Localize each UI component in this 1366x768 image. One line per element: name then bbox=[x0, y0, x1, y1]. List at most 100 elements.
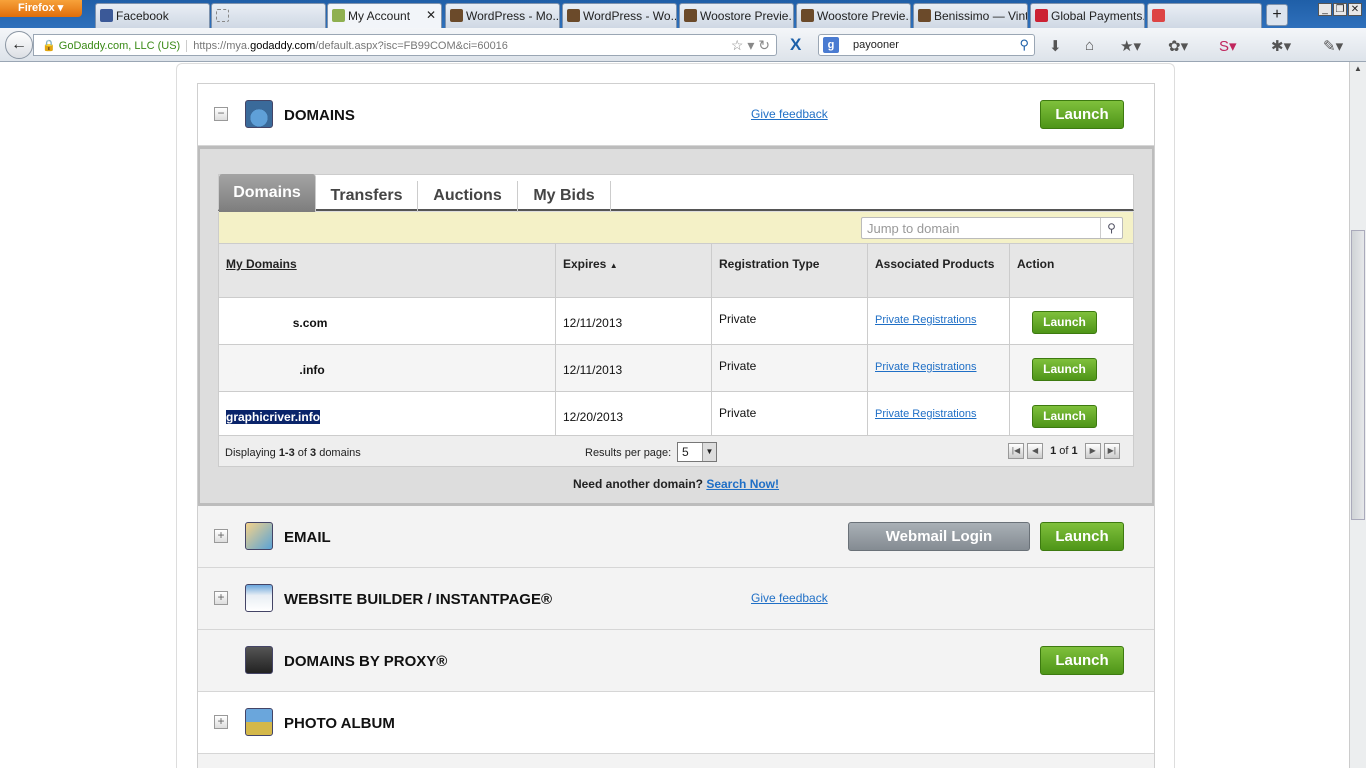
bookmark-star-icon[interactable]: ☆ ▾ ↻ bbox=[731, 37, 770, 54]
restore-icon[interactable]: ❐ bbox=[1333, 3, 1347, 16]
site-icon bbox=[567, 9, 580, 22]
search-icon[interactable]: ⚲ bbox=[1100, 218, 1122, 238]
product-row-domains-by-proxy: DOMAINS BY PROXY® Launch bbox=[198, 630, 1154, 692]
stumble-icon[interactable]: S▾ bbox=[1219, 37, 1237, 55]
tab-redacted[interactable] bbox=[211, 3, 326, 28]
give-feedback-link[interactable]: Give feedback bbox=[751, 591, 828, 605]
tools-icon[interactable]: ✎▾ bbox=[1323, 37, 1343, 55]
proxy-launch-button[interactable]: Launch bbox=[1040, 646, 1124, 675]
new-tab-button[interactable]: + bbox=[1266, 4, 1288, 26]
results-per-page-select[interactable]: 5 ▼ bbox=[677, 442, 717, 462]
associated-products: Private Registrations bbox=[867, 344, 1010, 392]
godaddy-icon bbox=[332, 9, 345, 22]
minimize-icon[interactable]: _ bbox=[1318, 3, 1332, 16]
expires-date: 12/11/2013 bbox=[555, 344, 712, 392]
last-page-icon[interactable]: ▶| bbox=[1103, 443, 1120, 459]
expand-icon[interactable]: + bbox=[214, 591, 228, 605]
tab-woostore-1[interactable]: Woostore Previe... bbox=[679, 3, 794, 28]
table-header-row: My Domains Expires ▲ Registration Type A… bbox=[218, 243, 1134, 298]
window-controls: _ ❐ ✕ bbox=[1317, 1, 1362, 16]
search-now-link[interactable]: Search Now! bbox=[706, 477, 779, 491]
tab-bar: Firefox ▾ Facebook My Account ✕ WordPress… bbox=[0, 0, 1366, 29]
product-name: PHOTO ALBUM bbox=[284, 715, 395, 732]
webmail-login-button[interactable]: Webmail Login bbox=[848, 522, 1030, 551]
launch-button[interactable]: Launch bbox=[1032, 358, 1097, 381]
extension-icon[interactable]: ✱▾ bbox=[1271, 37, 1291, 55]
domain-name[interactable]: xxxxxxxxxxx.info bbox=[218, 344, 556, 392]
close-tab-icon[interactable]: ✕ bbox=[426, 8, 436, 22]
expand-icon[interactable]: + bbox=[214, 529, 228, 543]
tab-benissimo[interactable]: Benissimo — Vint... bbox=[913, 3, 1028, 28]
scrollbar-thumb[interactable] bbox=[1351, 230, 1365, 520]
product-name: EMAIL bbox=[284, 529, 331, 546]
url-bar[interactable]: 🔒 GoDaddy.com, LLC (US) https://mya.godad… bbox=[33, 34, 777, 56]
header-my-domains[interactable]: My Domains bbox=[218, 243, 556, 298]
displaying-count: Displaying 1-3 of 3 domains bbox=[225, 447, 361, 459]
product-row-email: + EMAIL Webmail Login Launch bbox=[198, 506, 1154, 568]
page-scrollbar[interactable]: ▲ bbox=[1349, 62, 1366, 768]
chevron-down-icon[interactable]: ▼ bbox=[702, 443, 716, 461]
email-icon bbox=[245, 522, 273, 550]
tab-facebook[interactable]: Facebook bbox=[95, 3, 210, 28]
tab-domains[interactable]: Domains bbox=[219, 174, 316, 212]
site-icon bbox=[801, 9, 814, 22]
bookmarks-icon[interactable]: ★▾ bbox=[1120, 37, 1141, 55]
google-icon[interactable]: g bbox=[823, 37, 839, 53]
tab-my-bids[interactable]: My Bids bbox=[518, 181, 611, 212]
private-registrations-link[interactable]: Private Registrations bbox=[875, 361, 977, 373]
tab-my-account[interactable]: My Account ✕ bbox=[327, 3, 442, 29]
give-feedback-link[interactable]: Give feedback bbox=[751, 107, 828, 121]
close-window-icon[interactable]: ✕ bbox=[1348, 3, 1362, 16]
domains-globe-icon bbox=[245, 100, 273, 128]
redacted-text: xxxxxxxxxxx bbox=[226, 363, 300, 377]
domain-tabs: Domains Transfers Auctions My Bids bbox=[218, 174, 1134, 212]
table-row: graphicriver.info 12/20/2013 Private Pri… bbox=[218, 391, 1134, 439]
first-page-icon[interactable]: |◀ bbox=[1008, 443, 1024, 459]
tab-gmail[interactable] bbox=[1147, 3, 1262, 28]
home-icon[interactable]: ⌂ bbox=[1085, 37, 1094, 54]
addon-icon[interactable]: ✿▾ bbox=[1168, 37, 1188, 55]
tab-global-payments[interactable]: Global Payments... bbox=[1030, 3, 1145, 28]
launch-button[interactable]: Launch bbox=[1032, 405, 1097, 428]
search-icon[interactable]: ⚲ bbox=[1019, 37, 1029, 53]
action-cell: Launch bbox=[1009, 297, 1134, 345]
private-registrations-link[interactable]: Private Registrations bbox=[875, 314, 977, 326]
tab-auctions[interactable]: Auctions bbox=[418, 181, 518, 212]
previous-page-icon[interactable]: ◀ bbox=[1027, 443, 1044, 459]
next-page-icon[interactable]: ▶ bbox=[1084, 443, 1101, 459]
domains-launch-button[interactable]: Launch bbox=[1040, 100, 1124, 129]
yahoo-icon bbox=[1035, 9, 1048, 22]
header-expires[interactable]: Expires ▲ bbox=[555, 243, 712, 298]
domains-manager: Domains Transfers Auctions My Bids Jump … bbox=[198, 146, 1154, 506]
tab-wordpress-2[interactable]: WordPress - Wo... bbox=[562, 3, 677, 28]
site-icon bbox=[918, 9, 931, 22]
filter-bar: Jump to domain ⚲ bbox=[218, 212, 1134, 243]
expires-date: 12/20/2013 bbox=[555, 391, 712, 439]
product-name: DOMAINS bbox=[284, 107, 355, 124]
scroll-up-icon[interactable]: ▲ bbox=[1352, 64, 1364, 76]
table-row: xxxxxxxxxxx.info 12/11/2013 Private Priv… bbox=[218, 344, 1134, 392]
launch-button[interactable]: Launch bbox=[1032, 311, 1097, 334]
download-icon[interactable]: ⬇ bbox=[1049, 37, 1062, 55]
expand-icon[interactable]: + bbox=[214, 715, 228, 729]
table-row: xxxxxxxxxxs.com 12/11/2013 Private Priva… bbox=[218, 297, 1134, 345]
email-launch-button[interactable]: Launch bbox=[1040, 522, 1124, 551]
domain-name[interactable]: graphicriver.info bbox=[218, 391, 556, 439]
product-name: DOMAINS BY PROXY® bbox=[284, 653, 448, 670]
website-builder-icon bbox=[245, 584, 273, 612]
site-identity[interactable]: 🔒 GoDaddy.com, LLC (US) bbox=[42, 40, 188, 52]
search-input[interactable]: g payooner ⚲ bbox=[818, 34, 1035, 56]
tab-transfers[interactable]: Transfers bbox=[316, 181, 418, 212]
domain-name[interactable]: xxxxxxxxxxs.com bbox=[218, 297, 556, 345]
product-row-website-builder: + WEBSITE BUILDER / INSTANTPAGE® Give fe… bbox=[198, 568, 1154, 630]
tab-woostore-2[interactable]: Woostore Previe... bbox=[796, 3, 911, 28]
redacted-text: xxxxxxxxxx bbox=[226, 316, 293, 330]
back-button[interactable]: ← bbox=[5, 31, 33, 59]
tab-wordpress-1[interactable]: WordPress - Mo... bbox=[445, 3, 560, 28]
x-toolbar-icon[interactable]: X bbox=[790, 35, 801, 55]
private-registrations-link[interactable]: Private Registrations bbox=[875, 408, 977, 420]
jump-to-domain-input[interactable]: Jump to domain ⚲ bbox=[861, 217, 1123, 239]
firefox-menu-button[interactable]: Firefox ▾ bbox=[0, 0, 82, 17]
site-icon bbox=[684, 9, 697, 22]
collapse-icon[interactable]: − bbox=[214, 107, 228, 121]
